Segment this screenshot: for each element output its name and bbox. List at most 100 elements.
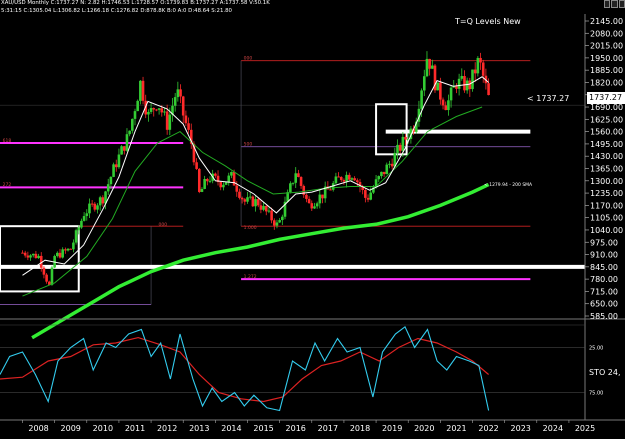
y-tick-label: 1690.00 xyxy=(590,103,623,112)
candle-down xyxy=(382,171,386,175)
y-tick-label: 715.00 xyxy=(590,287,618,296)
candle-down xyxy=(364,189,367,198)
y-tick-label: 1105.00 xyxy=(590,214,623,223)
fib-level-label: 1.000 xyxy=(244,225,257,231)
y-tick-label: 650.00 xyxy=(590,300,618,309)
candle-up xyxy=(388,163,391,165)
x-tick-label: 2016 xyxy=(286,424,306,433)
x-tick-label: 2020 xyxy=(414,424,434,433)
candle-up xyxy=(246,197,249,202)
candle-up xyxy=(149,108,153,112)
candle-down xyxy=(441,99,445,106)
candle-down xyxy=(270,210,273,221)
candle-up xyxy=(385,164,389,175)
candle-up xyxy=(369,192,373,200)
candle-up xyxy=(315,203,319,207)
candle-down xyxy=(272,220,276,226)
candle-up xyxy=(377,176,381,180)
y-tick-label: 845.00 xyxy=(590,263,618,272)
candle-down xyxy=(444,105,448,111)
x-tick-label: 2023 xyxy=(511,424,531,433)
candle-down xyxy=(195,162,198,169)
candle-up xyxy=(281,216,284,221)
candle-up xyxy=(139,80,142,101)
candle-up xyxy=(460,76,464,79)
candle-up xyxy=(267,210,271,212)
price-chart[interactable]: 618 272 000 000 500 1.000 1.272 2145.00 2080.00… xyxy=(0,0,625,439)
candle-down xyxy=(473,69,477,74)
x-tick-label: 2013 xyxy=(189,424,209,433)
chart-window: XAU/USD Monthly C:1737.27 N: 2.82 H:1746… xyxy=(0,0,625,439)
fib-level-label: 000 xyxy=(244,56,253,62)
x-tick-label: 2012 xyxy=(157,424,177,433)
candle-down xyxy=(366,197,370,200)
candle-up xyxy=(396,144,399,153)
candle-up xyxy=(313,206,316,209)
candle-up xyxy=(436,82,439,91)
candle-up xyxy=(56,252,59,257)
candle-down xyxy=(398,144,402,151)
candle-up xyxy=(80,220,83,228)
candle-up xyxy=(133,111,137,119)
candle-down xyxy=(307,198,311,204)
candle-down xyxy=(181,96,185,116)
candle-down xyxy=(101,197,105,204)
candle-up xyxy=(147,111,150,115)
candle-up xyxy=(72,242,75,250)
candle-up xyxy=(222,184,225,188)
candle-down xyxy=(240,197,244,200)
candle-up xyxy=(449,87,453,101)
candle-down xyxy=(219,182,223,188)
candle-up xyxy=(289,183,292,193)
candle-down xyxy=(197,168,201,192)
stochastic-label: STO 24, xyxy=(589,368,621,377)
candle-down xyxy=(428,58,431,69)
y-tick-label: 1365.00 xyxy=(590,165,623,174)
candle-down xyxy=(342,180,346,182)
candle-up xyxy=(136,100,139,112)
y-tick-label: 1820.00 xyxy=(590,78,623,87)
y-tick-label: 1950.00 xyxy=(590,54,623,63)
y-tick-label: 1885.00 xyxy=(590,66,623,75)
candle-down xyxy=(264,206,268,212)
candle-down xyxy=(45,274,48,282)
candle-up xyxy=(380,171,383,177)
candle-up xyxy=(208,180,212,182)
sto-tick-label: 75.00 xyxy=(589,391,603,397)
candle-down xyxy=(165,111,169,130)
x-tick-label: 2024 xyxy=(543,424,563,433)
candle-up xyxy=(98,197,102,206)
y-tick-label: 780.00 xyxy=(590,275,618,284)
candle-up xyxy=(157,108,161,110)
y-tick-label: 1300.00 xyxy=(590,177,623,186)
candle-down xyxy=(34,253,38,259)
candle-down xyxy=(339,176,343,181)
candle-down xyxy=(90,203,94,205)
candle-up xyxy=(254,199,257,207)
x-tick-label: 2014 xyxy=(221,424,241,433)
candle-down xyxy=(356,180,359,183)
candle-down xyxy=(337,176,340,178)
candle-up xyxy=(471,69,474,90)
x-tick-label: 2017 xyxy=(318,424,338,433)
candle-down xyxy=(481,62,485,76)
x-tick-label: 2022 xyxy=(478,424,498,433)
candle-up xyxy=(420,90,423,109)
fib-level-label: 500 xyxy=(244,142,253,148)
y-tick-label: 2015.00 xyxy=(590,42,623,51)
candle-down xyxy=(206,179,209,182)
x-tick-label: 2025 xyxy=(575,424,595,433)
candle-up xyxy=(77,227,81,231)
candle-down xyxy=(404,136,407,140)
candle-down xyxy=(214,173,217,176)
candle-up xyxy=(82,216,86,221)
candle-up xyxy=(401,136,405,151)
candle-up xyxy=(203,179,206,189)
candle-up xyxy=(262,206,265,210)
candle-up xyxy=(163,111,166,113)
candle-down xyxy=(179,89,182,97)
candle-up xyxy=(345,174,348,182)
x-tick-label: 2008 xyxy=(28,424,48,433)
candlesticks xyxy=(21,51,490,286)
price-axis: 2145.00 2080.00 2015.00 1950.00 1885.00 1820.… xyxy=(0,14,625,421)
